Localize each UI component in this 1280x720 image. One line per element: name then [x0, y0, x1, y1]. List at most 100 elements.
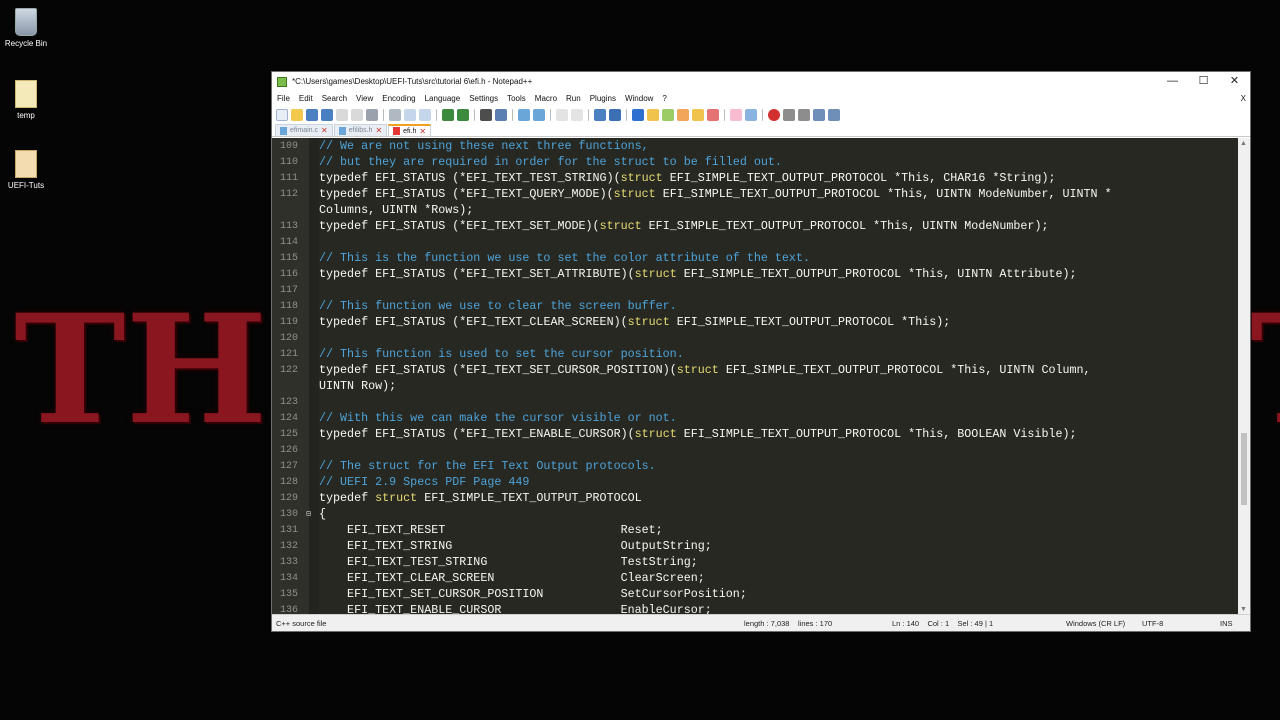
temp-desktop-icon[interactable]: temp [0, 80, 52, 120]
recycle-bin-desktop-icon[interactable]: Recycle Bin [0, 8, 52, 48]
fold-marker-icon[interactable]: ⊟ [298, 509, 319, 519]
print-icon[interactable] [366, 108, 378, 121]
code-token: struct [620, 171, 670, 185]
uefi-tuts-desktop-icon[interactable]: UEFI-Tuts [0, 150, 52, 190]
sync-horizontal-icon[interactable] [571, 108, 583, 121]
status-lines: lines : 170 [798, 619, 833, 628]
save-all-icon[interactable] [321, 108, 333, 121]
doc-map-icon[interactable] [662, 108, 674, 121]
save-icon[interactable] [306, 108, 318, 121]
scrollbar-thumb[interactable] [1241, 433, 1247, 505]
code-line: 135 EFI_TEXT_SET_CURSOR_POSITION SetCurs… [272, 586, 1112, 602]
monitor-icon[interactable] [707, 108, 719, 121]
close-all-icon[interactable] [351, 108, 363, 121]
code-token: EFI_SIMPLE_TEXT_OUTPUT_PROTOCOL *This, U… [683, 267, 1063, 281]
scroll-down-icon[interactable]: ▼ [1240, 606, 1247, 613]
close-tab-icon[interactable]: ✕ [375, 126, 382, 135]
close-tab-icon[interactable]: ✕ [321, 126, 328, 135]
menu-file[interactable]: File [277, 94, 290, 103]
line-number: 121 [279, 348, 298, 360]
title-bar[interactable]: *C:\Users\games\Desktop\UEFI-Tuts\src\tu… [272, 72, 1250, 91]
status-encoding: UTF-8 [1142, 619, 1164, 628]
run-macro-multiple-icon[interactable] [813, 108, 825, 121]
menu-plugins[interactable]: Plugins [590, 94, 616, 103]
code-token: EFI_TEXT_RESET Reset; [319, 523, 663, 537]
open-file-icon[interactable] [291, 108, 303, 121]
code-token: // UEFI 2.9 Specs PDF Page 449 [319, 475, 530, 489]
close-document-button[interactable]: X [1241, 94, 1246, 103]
save-macro-icon[interactable] [828, 108, 840, 121]
user-language-icon[interactable] [647, 108, 659, 121]
code-line: 117 [272, 282, 1112, 298]
line-number: 113 [279, 220, 298, 232]
toolbar-separator [762, 108, 763, 121]
line-number: 123 [279, 396, 298, 408]
code-token: ); [1034, 219, 1049, 233]
indent-guide-icon[interactable] [632, 108, 644, 121]
vertical-scrollbar[interactable]: ▲ ▼ [1238, 138, 1250, 615]
zoom-in-icon[interactable] [518, 108, 530, 121]
function-list-icon[interactable] [677, 108, 689, 121]
line-number: 126 [279, 444, 298, 456]
stop-macro-icon[interactable] [783, 108, 795, 121]
code-line: 125 typedef EFI_STATUS (*EFI_TEXT_ENABLE_… [272, 426, 1112, 442]
menu-language[interactable]: Language [425, 94, 461, 103]
menu-window[interactable]: Window [625, 94, 653, 103]
replace-icon[interactable] [495, 108, 507, 121]
menu-macro[interactable]: Macro [535, 94, 557, 103]
menu-tools[interactable]: Tools [507, 94, 526, 103]
scroll-up-icon[interactable]: ▲ [1240, 140, 1247, 147]
paste-icon[interactable] [419, 108, 431, 121]
code-token: *EFI_TEXT_CLEAR_SCREEN [459, 315, 614, 329]
tab-efimain-c[interactable]: efimain.c ✕ [275, 124, 333, 136]
tab-efilibs-h[interactable]: efilibs.h ✕ [333, 124, 388, 136]
undo-icon[interactable] [442, 108, 454, 121]
code-token: )( [662, 363, 677, 377]
tab-label: efimain.c [290, 127, 319, 134]
show-all-characters-icon[interactable] [609, 108, 621, 121]
find-icon[interactable] [480, 108, 492, 121]
code-token: *EFI_TEXT_SET_MODE [459, 219, 586, 233]
menu-view[interactable]: View [356, 94, 373, 103]
close-file-icon[interactable] [336, 108, 348, 121]
code-editor[interactable]: 109 // We are not using these next three … [272, 138, 1250, 615]
zoom-out-icon[interactable] [533, 108, 545, 121]
copy-icon[interactable] [404, 108, 416, 121]
code-token: *EFI_TEXT_ENABLE_CURSOR [459, 427, 621, 441]
folder-workspace-icon[interactable] [692, 108, 704, 121]
eraser-icon[interactable] [730, 108, 742, 121]
menu-encoding[interactable]: Encoding [382, 94, 415, 103]
close-button[interactable]: ✕ [1219, 72, 1250, 91]
toolbar-separator [436, 108, 437, 121]
code-token: struct [599, 219, 649, 233]
new-file-icon[interactable] [276, 108, 288, 121]
code-line: 119 typedef EFI_STATUS (*EFI_TEXT_CLEAR_S… [272, 314, 1112, 330]
tab-label: efilibs.h [348, 127, 373, 134]
cut-icon[interactable] [389, 108, 401, 121]
tab-efi-h[interactable]: efi.h ✕ [388, 124, 432, 136]
line-number: 114 [279, 236, 298, 248]
maximize-button[interactable]: ☐ [1188, 72, 1219, 91]
redo-icon[interactable] [457, 108, 469, 121]
menu-run[interactable]: Run [566, 94, 581, 103]
code-token: UINTN Row [319, 379, 383, 393]
menu-search[interactable]: Search [322, 94, 347, 103]
code-token: )( [585, 219, 600, 233]
record-macro-icon[interactable] [768, 108, 780, 121]
notepad-plus-plus-icon [277, 76, 287, 87]
toolbar-separator [383, 108, 384, 121]
code-text: typedef struct EFI_SIMPLE_TEXT_OUTPUT_PR… [319, 491, 642, 505]
code-text: // With this we can make the cursor visi… [319, 411, 677, 425]
menu-settings[interactable]: Settings [469, 94, 498, 103]
sync-vertical-icon[interactable] [556, 108, 568, 121]
word-wrap-icon[interactable] [594, 108, 606, 121]
close-tab-icon[interactable]: ✕ [419, 127, 426, 136]
line-number: 132 [279, 540, 298, 552]
code-token: typedef EFI_STATUS [319, 219, 453, 233]
minimize-button[interactable]: — [1157, 72, 1188, 91]
play-macro-icon[interactable] [798, 108, 810, 121]
menu-help[interactable]: ? [662, 94, 666, 103]
eye-icon[interactable] [745, 108, 757, 121]
menu-edit[interactable]: Edit [299, 94, 313, 103]
file-icon [15, 80, 37, 108]
